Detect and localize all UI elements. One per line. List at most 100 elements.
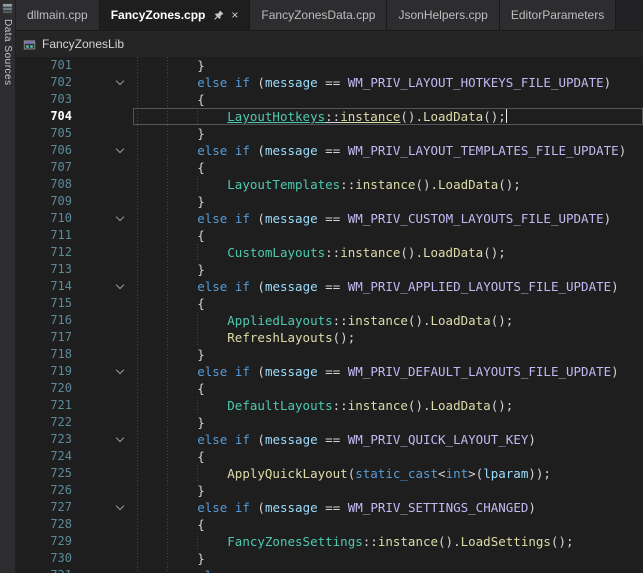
fold-margin xyxy=(72,176,137,193)
line-number[interactable]: 726 xyxy=(16,482,72,499)
line-number[interactable]: 722 xyxy=(16,414,72,431)
fold-margin xyxy=(72,261,137,278)
tab-jsonhelpers-cpp[interactable]: JsonHelpers.cpp xyxy=(387,0,499,30)
line-number[interactable]: 707 xyxy=(16,159,72,176)
project-scope-label: FancyZonesLib xyxy=(42,37,124,51)
fold-chevron-icon[interactable] xyxy=(72,567,137,573)
code-line[interactable]: 705} xyxy=(16,125,643,142)
line-number[interactable]: 721 xyxy=(16,397,72,414)
line-number[interactable]: 728 xyxy=(16,516,72,533)
line-number[interactable]: 702 xyxy=(16,74,72,91)
tab-bar: dllmain.cpp FancyZones.cpp × FancyZonesD… xyxy=(16,0,643,30)
line-number[interactable]: 724 xyxy=(16,448,72,465)
fold-margin xyxy=(72,516,137,533)
line-number[interactable]: 711 xyxy=(16,227,72,244)
code-line[interactable]: 709} xyxy=(16,193,643,210)
sidebar-tab-data-sources[interactable]: Data Sources xyxy=(2,0,13,86)
line-number[interactable]: 725 xyxy=(16,465,72,482)
code-line[interactable]: 715{ xyxy=(16,295,643,312)
code-line[interactable]: 701} xyxy=(16,57,643,74)
line-number[interactable]: 730 xyxy=(16,550,72,567)
fold-margin xyxy=(72,312,137,329)
code-line[interactable]: 711{ xyxy=(16,227,643,244)
line-number[interactable]: 719 xyxy=(16,363,72,380)
code-line[interactable]: 713} xyxy=(16,261,643,278)
code-line[interactable]: 703 { xyxy=(16,91,643,108)
line-number[interactable]: 706 xyxy=(16,142,72,159)
line-number[interactable]: 716 xyxy=(16,312,72,329)
fold-margin xyxy=(72,57,137,74)
line-number[interactable]: 714 xyxy=(16,278,72,295)
code-line[interactable]: 706else if (message == WM_PRIV_LAYOUT_TE… xyxy=(16,142,643,159)
code-line[interactable]: 717RefreshLayouts(); xyxy=(16,329,643,346)
line-number[interactable]: 703 xyxy=(16,91,72,108)
project-icon xyxy=(23,38,36,51)
fold-chevron-icon[interactable] xyxy=(72,74,137,91)
fold-chevron-icon[interactable] xyxy=(72,431,137,448)
line-number[interactable]: 712 xyxy=(16,244,72,261)
line-number[interactable]: 709 xyxy=(16,193,72,210)
fold-margin xyxy=(72,227,137,244)
code-line[interactable]: 704LayoutHotkeys::instance().LoadData(); xyxy=(16,108,643,125)
line-number[interactable]: 720 xyxy=(16,380,72,397)
code-line[interactable]: 726} xyxy=(16,482,643,499)
code-line[interactable]: 724{ xyxy=(16,448,643,465)
line-number[interactable]: 715 xyxy=(16,295,72,312)
code-line[interactable]: 714else if (message == WM_PRIV_APPLIED_L… xyxy=(16,278,643,295)
code-line[interactable]: 707{ xyxy=(16,159,643,176)
line-number[interactable]: 729 xyxy=(16,533,72,550)
fold-chevron-icon[interactable] xyxy=(72,499,137,516)
fold-margin xyxy=(72,244,137,261)
code-line[interactable]: 723else if (message == WM_PRIV_QUICK_LAY… xyxy=(16,431,643,448)
fold-margin xyxy=(72,346,137,363)
tab-label: EditorParameters xyxy=(511,8,604,22)
line-number[interactable]: 701 xyxy=(16,57,72,74)
line-number[interactable]: 727 xyxy=(16,499,72,516)
code-editor[interactable]: 701}702else if (message == WM_PRIV_LAYOU… xyxy=(16,57,643,573)
code-line[interactable]: 708LayoutTemplates::instance().LoadData(… xyxy=(16,176,643,193)
line-number[interactable]: 731 xyxy=(16,567,72,573)
line-number[interactable]: 723 xyxy=(16,431,72,448)
line-number[interactable]: 708 xyxy=(16,176,72,193)
code-text: else if (message == WM_PRIV_SETTINGS_CHA… xyxy=(137,499,643,516)
code-line[interactable]: 720{ xyxy=(16,380,643,397)
code-line[interactable]: 722} xyxy=(16,414,643,431)
line-number[interactable]: 718 xyxy=(16,346,72,363)
tab-fancyzones-cpp[interactable]: FancyZones.cpp × xyxy=(100,0,251,30)
fold-chevron-icon[interactable] xyxy=(72,210,137,227)
code-line[interactable]: 721DefaultLayouts::instance().LoadData()… xyxy=(16,397,643,414)
fold-chevron-icon[interactable] xyxy=(72,142,137,159)
code-line[interactable]: 712 CustomLayouts::instance().LoadData(); xyxy=(16,244,643,261)
close-icon[interactable]: × xyxy=(231,9,238,21)
code-line[interactable]: 710else if (message == WM_PRIV_CUSTOM_LA… xyxy=(16,210,643,227)
code-line[interactable]: 727 else if (message == WM_PRIV_SETTINGS_… xyxy=(16,499,643,516)
tab-editorparameters[interactable]: EditorParameters xyxy=(500,0,616,30)
tab-label: FancyZones.cpp xyxy=(111,8,206,22)
line-number[interactable]: 705 xyxy=(16,125,72,142)
line-number[interactable]: 710 xyxy=(16,210,72,227)
line-number[interactable]: 713 xyxy=(16,261,72,278)
code-text: FancyZonesSettings::instance().LoadSetti… xyxy=(137,533,643,550)
tab-dllmain-cpp[interactable]: dllmain.cpp xyxy=(16,0,100,30)
line-number[interactable]: 717 xyxy=(16,329,72,346)
code-line[interactable]: 731else xyxy=(16,567,643,573)
code-text: CustomLayouts::instance().LoadData(); xyxy=(137,244,643,261)
line-number[interactable]: 704 xyxy=(16,108,72,125)
code-line[interactable]: 719else if (message == WM_PRIV_DEFAULT_L… xyxy=(16,363,643,380)
fold-chevron-icon[interactable] xyxy=(72,278,137,295)
tab-fancyzonesdata-cpp[interactable]: FancyZonesData.cpp xyxy=(250,0,387,30)
fold-chevron-icon[interactable] xyxy=(72,363,137,380)
fold-margin xyxy=(72,465,137,482)
code-text: { xyxy=(137,91,643,108)
navigation-bar[interactable]: FancyZonesLib xyxy=(16,30,643,57)
code-line[interactable]: 718} xyxy=(16,346,643,363)
pin-icon[interactable] xyxy=(213,10,224,21)
tab-label: JsonHelpers.cpp xyxy=(398,8,487,22)
code-line[interactable]: 716AppliedLayouts::instance().LoadData()… xyxy=(16,312,643,329)
code-line[interactable]: 730} xyxy=(16,550,643,567)
code-text: } xyxy=(137,125,643,142)
code-line[interactable]: 729 FancyZonesSettings::instance().LoadSe… xyxy=(16,533,643,550)
code-line[interactable]: 728{ xyxy=(16,516,643,533)
code-line[interactable]: 702else if (message == WM_PRIV_LAYOUT_HO… xyxy=(16,74,643,91)
code-line[interactable]: 725ApplyQuickLayout(static_cast<int>(lpa… xyxy=(16,465,643,482)
